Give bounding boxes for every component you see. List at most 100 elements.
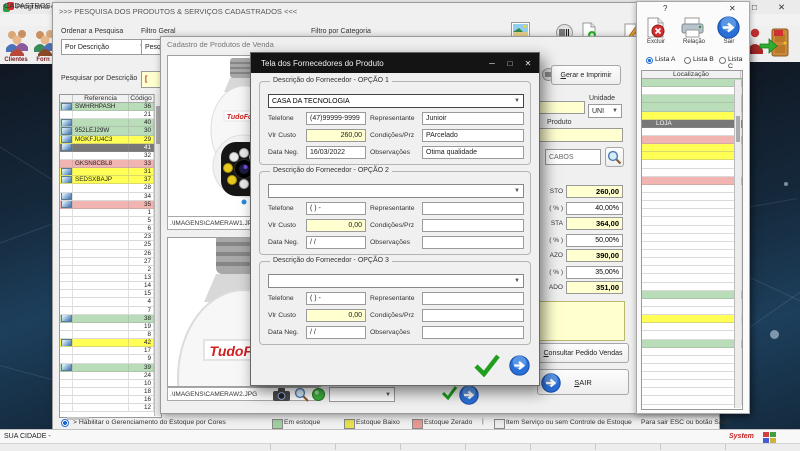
table-row[interactable]: 23 xyxy=(60,233,161,241)
check-small-icon[interactable] xyxy=(441,384,458,401)
price-value-field[interactable]: 260,00 xyxy=(566,185,623,198)
table-row[interactable] xyxy=(642,217,742,225)
condicoes-field[interactable]: PArcelado xyxy=(422,129,524,142)
table-row[interactable] xyxy=(642,95,742,103)
table-row[interactable]: 41 xyxy=(60,144,161,152)
search-button[interactable] xyxy=(605,147,624,167)
estoque-cores-radio[interactable] xyxy=(61,419,69,427)
telefone-field[interactable]: ( ) - xyxy=(306,202,366,215)
close-icon[interactable]: ✕ xyxy=(519,59,537,68)
observacoes-field[interactable] xyxy=(422,326,524,339)
vlr-custo-field[interactable]: 260,00 xyxy=(306,129,366,142)
table-row[interactable] xyxy=(642,315,742,323)
dialog-titlebar[interactable]: Tela dos Fornecedores do Produto ─ □ ✕ xyxy=(251,53,539,73)
table-row[interactable]: 26 xyxy=(60,250,161,258)
table-row[interactable]: 39 xyxy=(60,364,161,372)
table-row[interactable]: 4 xyxy=(60,298,161,306)
table-row[interactable] xyxy=(642,144,742,152)
price-value-field[interactable]: 40,00% xyxy=(566,202,623,215)
table-row[interactable]: 9 xyxy=(60,355,161,363)
table-row[interactable] xyxy=(642,201,742,209)
table-row[interactable] xyxy=(642,185,742,193)
camera-icon[interactable] xyxy=(273,388,290,401)
table-row[interactable] xyxy=(642,283,742,291)
table-row[interactable] xyxy=(642,112,742,120)
table-row[interactable] xyxy=(642,128,742,136)
table-row[interactable]: 12 xyxy=(60,404,161,412)
table-row[interactable]: 19 xyxy=(60,323,161,331)
table-row[interactable]: 6 xyxy=(60,225,161,233)
price-value-field[interactable]: 50,00% xyxy=(566,234,623,247)
menu-item-cadastros[interactable]: CADASTROS xyxy=(4,1,51,10)
table-row[interactable] xyxy=(642,250,742,258)
table-row[interactable]: 7 xyxy=(60,307,161,315)
minimize-icon[interactable]: ─ xyxy=(483,59,501,68)
table-row[interactable]: 24 xyxy=(60,372,161,380)
table-row[interactable]: 17 xyxy=(60,347,161,355)
data-neg-field[interactable]: 16/03/2022 xyxy=(306,146,366,159)
table-row[interactable]: 2 xyxy=(60,266,161,274)
observacoes-field[interactable]: Otima qualidade xyxy=(422,146,524,159)
lista-b-radio[interactable] xyxy=(684,57,691,64)
table-row[interactable]: 42 xyxy=(60,339,161,347)
relacao-icon[interactable] xyxy=(681,17,705,38)
table-row[interactable] xyxy=(642,307,742,315)
table-row[interactable] xyxy=(642,258,742,266)
price-value-field[interactable]: 364,00 xyxy=(566,217,623,230)
consultar-pedido-button[interactable]: Consultar Pedido Vendas xyxy=(537,343,629,363)
table-row[interactable]: 40 xyxy=(60,119,161,127)
table-row[interactable]: 32 xyxy=(60,152,161,160)
green-ball-icon[interactable] xyxy=(312,388,325,401)
table-row[interactable] xyxy=(642,380,742,388)
telefone-field[interactable]: (47)99999-9999 xyxy=(306,112,366,125)
table-row[interactable] xyxy=(642,348,742,356)
notes-yellow-area[interactable] xyxy=(537,301,625,341)
table-row[interactable] xyxy=(642,291,742,299)
table-row[interactable] xyxy=(642,160,742,168)
table-row[interactable] xyxy=(642,79,742,87)
table-row[interactable] xyxy=(642,242,742,250)
table-row[interactable] xyxy=(642,372,742,380)
table-row[interactable] xyxy=(642,103,742,111)
price-value-field[interactable]: 351,00 xyxy=(566,281,623,294)
table-row[interactable]: SWHRHPASH36 xyxy=(60,103,161,111)
table-row[interactable] xyxy=(642,169,742,177)
price-value-field[interactable]: 390,00 xyxy=(566,249,623,262)
table-row[interactable]: 15 xyxy=(60,290,161,298)
busca-produto-field[interactable]: CABOS xyxy=(545,149,601,165)
table-row[interactable]: 38 xyxy=(60,315,161,323)
table-row[interactable] xyxy=(642,234,742,242)
data-neg-field[interactable]: / / xyxy=(306,326,366,339)
search-small-icon[interactable] xyxy=(294,387,309,402)
maximize-icon[interactable]: □ xyxy=(752,2,757,12)
localizacao-scrollbar[interactable] xyxy=(734,80,741,408)
lista-a-radio[interactable] xyxy=(646,57,653,64)
table-row[interactable]: GKSN8CBL833 xyxy=(60,160,161,168)
condicoes-field[interactable] xyxy=(422,219,524,232)
next-arrow-button[interactable] xyxy=(509,355,530,376)
table-row[interactable] xyxy=(642,331,742,339)
table-row[interactable]: 18 xyxy=(60,388,161,396)
table-row[interactable]: 28 xyxy=(60,184,161,192)
close-icon[interactable]: ✕ xyxy=(729,4,736,13)
table-row[interactable]: 5 xyxy=(60,217,161,225)
table-row[interactable] xyxy=(642,396,742,404)
table-row[interactable] xyxy=(642,364,742,372)
table-row[interactable]: 952LEJ29W30 xyxy=(60,127,161,135)
table-row[interactable]: 1 xyxy=(60,209,161,217)
excluir-icon[interactable] xyxy=(645,17,667,38)
table-row[interactable] xyxy=(642,266,742,274)
table-row[interactable] xyxy=(642,323,742,331)
table-row[interactable] xyxy=(642,193,742,201)
table-row[interactable] xyxy=(642,177,742,185)
table-row[interactable]: SEDSXBAJP37 xyxy=(60,176,161,184)
data-neg-field[interactable]: / / xyxy=(306,236,366,249)
table-row[interactable] xyxy=(642,209,742,217)
unidade-select[interactable]: UNI▼ xyxy=(588,104,622,118)
table-row[interactable]: 35 xyxy=(60,201,161,209)
table-row[interactable] xyxy=(642,136,742,144)
help-icon[interactable]: ? xyxy=(663,4,667,13)
table-row[interactable] xyxy=(642,87,742,95)
table-row[interactable]: 13 xyxy=(60,274,161,282)
table-row[interactable] xyxy=(642,299,742,307)
